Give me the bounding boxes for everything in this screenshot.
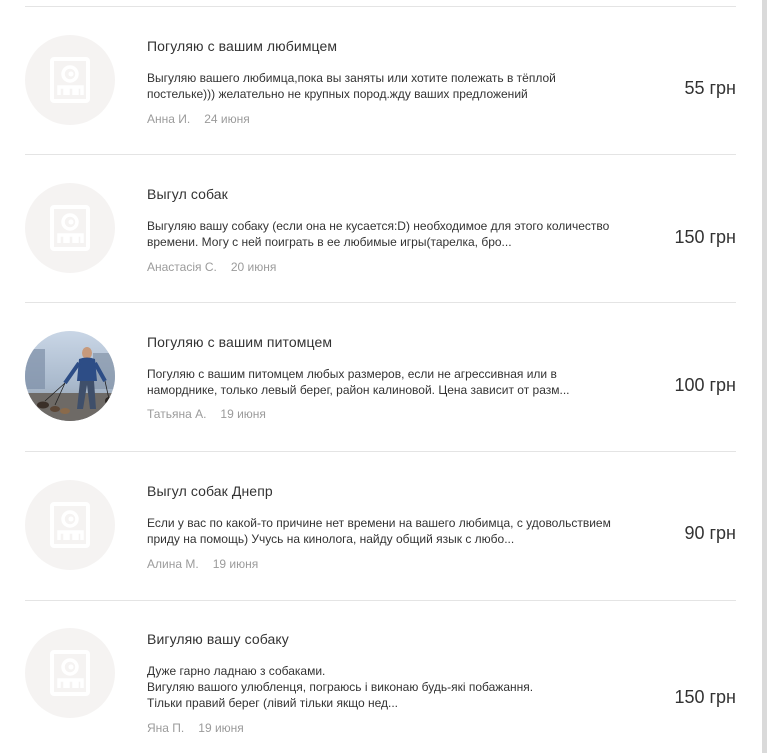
listing-price: 55 грн — [684, 78, 736, 98]
listing-title[interactable]: Погуляю с вашим любимцем — [147, 38, 337, 54]
listing-description: Если у вас по какой-то причине нет време… — [147, 516, 611, 546]
listing-date: 19 июня — [212, 557, 259, 571]
listing-date: 19 июня — [198, 721, 244, 735]
listing-title[interactable]: Вигуляю вашу собаку — [147, 631, 289, 647]
author-name: Анна И. — [147, 112, 191, 126]
author-name: Анастасія С. — [147, 260, 217, 274]
listing-card[interactable]: Погуляю с вашим питомцем Погуляю с вашим… — [25, 302, 736, 450]
listing-meta: Анастасія С. 20 июня — [147, 260, 276, 274]
listing-card[interactable]: Выгул собак Выгуляю вашу собаку (если он… — [25, 154, 736, 302]
scrollbar[interactable] — [762, 0, 767, 753]
listing-title[interactable]: Выгул собак Днепр — [147, 483, 273, 499]
avatar — [25, 35, 115, 125]
avatar — [25, 480, 115, 570]
listing-description: Выгуляю вашу собаку (если она не кусаетс… — [147, 219, 610, 249]
listing-card[interactable]: Вигуляю вашу собаку Дуже гарно ладнаю з … — [25, 600, 736, 753]
listing-description: Выгуляю вашего любимца,пока вы заняты ил… — [147, 71, 556, 101]
author-name: Яна П. — [147, 721, 185, 735]
listing-title[interactable]: Выгул собак — [147, 186, 228, 202]
listing-date: 20 июня — [230, 260, 277, 274]
placeholder-logo-icon — [50, 57, 90, 103]
listing-description: Дуже гарно ладнаю з собаками. Вигуляю ва… — [147, 664, 534, 710]
author-name: Татьяна А. — [147, 407, 207, 421]
listing-description: Погуляю с вашим питомцем любых размеров,… — [147, 367, 570, 397]
dog-walker-photo — [25, 331, 115, 421]
author-name: Алина М. — [147, 557, 199, 571]
placeholder-logo-icon — [50, 650, 90, 696]
avatar — [25, 183, 115, 273]
listing-date: 19 июня — [220, 407, 266, 421]
listing-meta: Татьяна А. 19 июня — [147, 407, 266, 421]
listing-date: 24 июня — [204, 112, 250, 126]
listing-card[interactable]: Погуляю с вашим любимцем Выгуляю вашего … — [25, 6, 736, 154]
listing-meta: Алина М. 19 июня — [147, 557, 258, 571]
listing-price: 100 грн — [674, 375, 736, 395]
listing-price: 150 грн — [674, 687, 736, 707]
listing-meta: Яна П. 19 июня — [147, 721, 244, 735]
placeholder-logo-icon — [50, 502, 90, 548]
listing-title[interactable]: Погуляю с вашим питомцем — [147, 334, 332, 350]
listing-price: 90 грн — [684, 523, 736, 543]
listing-card[interactable]: Выгул собак Днепр Если у вас по какой-то… — [25, 451, 736, 599]
scrollbar-thumb[interactable] — [762, 0, 767, 753]
avatar — [25, 628, 115, 718]
avatar — [25, 331, 115, 421]
placeholder-logo-icon — [50, 205, 90, 251]
listing-meta: Анна И. 24 июня — [147, 112, 250, 126]
listing-price: 150 грн — [674, 227, 736, 247]
